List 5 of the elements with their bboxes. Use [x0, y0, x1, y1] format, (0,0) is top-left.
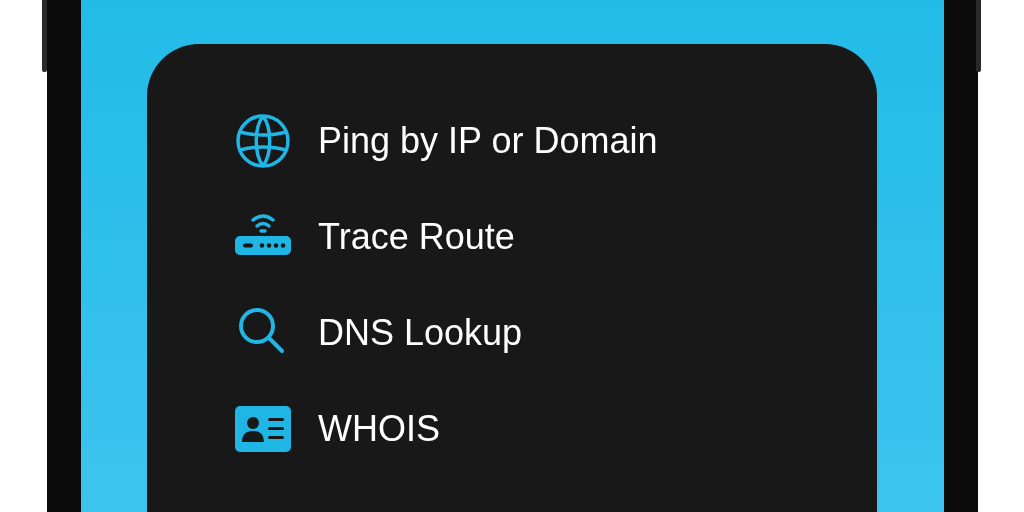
menu-item[interactable]: Trace Route — [318, 216, 515, 258]
menu-item[interactable]: WHOIS — [318, 408, 440, 450]
menu-item[interactable]: DNS Lookup — [318, 312, 523, 354]
menu-item[interactable]: Ping by IP or Domain — [318, 120, 658, 162]
globe-icon — [234, 112, 292, 170]
